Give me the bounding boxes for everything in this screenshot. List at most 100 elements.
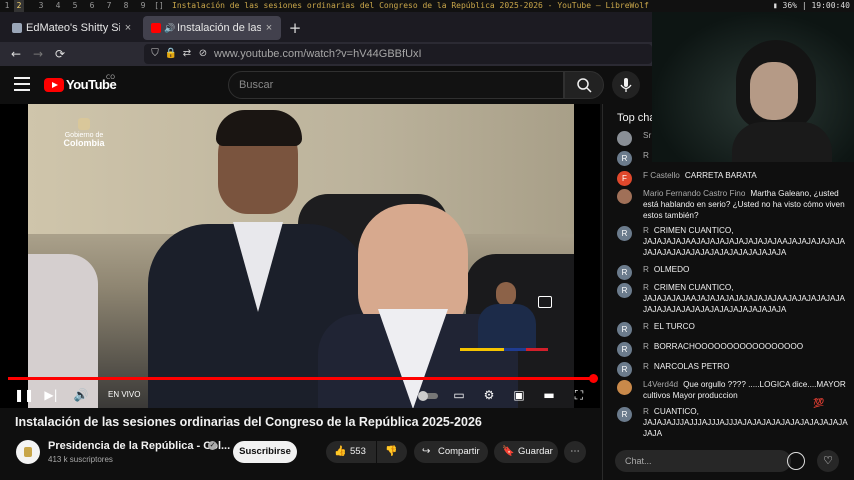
video-player[interactable]: Gobierno de Colombia ❚❚ ▶| 🔊 EN VIVO ▭ ⚙… bbox=[0, 104, 600, 408]
layout-indicator: [] bbox=[154, 1, 164, 10]
chat-author[interactable]: Sr bbox=[643, 131, 651, 140]
subscribe-button[interactable]: Suscribirse bbox=[233, 441, 297, 463]
webcam-face bbox=[750, 62, 798, 120]
shield-icon[interactable]: ⛉ bbox=[148, 47, 162, 61]
focused-window-title: Instalación de las sesiones ordinarias d… bbox=[172, 1, 649, 10]
tab-edmateo-site[interactable]: EdMateo's Shitty Site × bbox=[4, 16, 140, 40]
emoji-picker-icon[interactable] bbox=[787, 452, 805, 470]
workspace-6[interactable]: 6 bbox=[87, 0, 97, 12]
chat-text: OLMEDO bbox=[653, 265, 690, 274]
video-frame[interactable]: Gobierno de Colombia bbox=[28, 104, 574, 408]
chat-text: CARRETA BARATA bbox=[684, 171, 757, 180]
hundred-emoji: 💯 bbox=[813, 398, 825, 408]
voice-search-button[interactable] bbox=[612, 71, 640, 99]
workspace-7[interactable]: 7 bbox=[104, 0, 114, 12]
chat-author[interactable]: R bbox=[643, 151, 649, 160]
dislike-button[interactable]: 👎 bbox=[377, 441, 407, 463]
chat-avatar bbox=[617, 189, 632, 204]
clock: 19:00:40 bbox=[811, 1, 850, 10]
youtube-header: YouTube CO Buscar bbox=[0, 66, 652, 104]
chat-author[interactable]: Mario Fernando Castro Fino bbox=[643, 189, 745, 198]
live-indicator[interactable]: EN VIVO bbox=[108, 386, 140, 404]
chat-avatar: R bbox=[617, 407, 632, 422]
new-tab-button[interactable]: + bbox=[288, 16, 302, 40]
workspace-8[interactable]: 8 bbox=[121, 0, 131, 12]
close-tab-icon[interactable]: × bbox=[122, 16, 134, 40]
channel-avatar[interactable] bbox=[16, 440, 40, 464]
chat-message: R R NARCOLAS PETRO bbox=[617, 362, 849, 377]
heart-reaction-button[interactable]: ♡ bbox=[817, 450, 839, 472]
chat-message: R R EL TURCO bbox=[617, 322, 849, 337]
reload-button[interactable]: ⟳ bbox=[50, 44, 70, 64]
channel-name[interactable]: Presidencia de la República - Col... bbox=[48, 440, 230, 452]
tab-label: Instalación de las sesiones bbox=[177, 22, 261, 34]
chat-author[interactable]: R bbox=[643, 265, 649, 274]
colombia-flag-bar bbox=[460, 348, 548, 351]
tab-youtube-video[interactable]: Instalación de las sesiones 🔊 × bbox=[143, 16, 281, 40]
url-text[interactable]: www.youtube.com/watch?v=hV44GBBfUxI bbox=[214, 44, 422, 64]
lock-icon[interactable]: 🔒 bbox=[164, 47, 178, 61]
workspace-1[interactable]: 1 bbox=[2, 0, 12, 12]
webcam-shoulders bbox=[732, 122, 832, 162]
audio-playing-icon[interactable]: 🔊 bbox=[164, 16, 175, 40]
chat-author[interactable]: F Castello bbox=[643, 171, 680, 180]
tab-label: EdMateo's Shitty Site bbox=[26, 22, 120, 34]
chat-text: NARCOLAS PETRO bbox=[653, 362, 730, 371]
chat-message: F F Castello CARRETA BARATA bbox=[617, 171, 849, 186]
share-button[interactable]: ↪ Compartir bbox=[414, 441, 488, 463]
window-manager-bar: 1 2 3 4 5 6 7 8 9 [] Instalación de las … bbox=[0, 0, 854, 12]
webcam-overlay bbox=[652, 12, 854, 162]
fullscreen-icon[interactable]: ⛶ bbox=[570, 386, 588, 404]
workspace-2[interactable]: 2 bbox=[14, 0, 24, 12]
chat-author[interactable]: R bbox=[643, 226, 649, 235]
autoplay-toggle[interactable] bbox=[418, 386, 440, 404]
thumbs-down-icon: 👎 bbox=[385, 446, 398, 457]
chat-author[interactable]: R bbox=[643, 283, 649, 292]
back-button[interactable]: ← bbox=[6, 44, 26, 64]
close-tab-icon[interactable]: × bbox=[263, 16, 275, 40]
settings-gear-icon[interactable]: ⚙ bbox=[480, 386, 498, 404]
url-bar[interactable]: ⛉ 🔒 ⇄ ⊘ www.youtube.com/watch?v=hV44GBBf… bbox=[144, 44, 652, 64]
chat-input-placeholder: Chat... bbox=[625, 456, 652, 466]
tracking-icon[interactable]: ⊘ bbox=[196, 47, 210, 61]
chat-author[interactable]: R bbox=[643, 342, 649, 351]
workspace-4[interactable]: 4 bbox=[53, 0, 63, 12]
chat-mode-selector[interactable]: Top cha bbox=[617, 104, 656, 132]
search-button[interactable] bbox=[564, 71, 604, 99]
progress-bar[interactable] bbox=[8, 374, 598, 383]
theater-mode-icon[interactable]: ▬ bbox=[540, 386, 558, 404]
person-hair bbox=[216, 110, 302, 146]
next-icon[interactable]: ▶| bbox=[42, 386, 60, 404]
search-input[interactable]: Buscar bbox=[228, 71, 564, 99]
expand-interpreter-icon[interactable] bbox=[538, 296, 552, 308]
chat-author[interactable]: R bbox=[643, 407, 649, 416]
more-actions-button[interactable]: ⋯ bbox=[564, 441, 586, 463]
chat-text: EL TURCO bbox=[653, 322, 695, 331]
chat-avatar: R bbox=[617, 283, 632, 298]
interpreter-head bbox=[496, 282, 516, 306]
player-controls: ❚❚ ▶| 🔊 EN VIVO ▭ ⚙ ▣ ▬ ⛶ bbox=[0, 382, 600, 408]
chat-author[interactable]: L4Verd4d bbox=[643, 380, 678, 389]
chat-avatar: R bbox=[617, 226, 632, 241]
youtube-favicon-icon bbox=[151, 23, 161, 33]
workspace-9[interactable]: 9 bbox=[138, 0, 148, 12]
chat-author[interactable]: R bbox=[643, 322, 649, 331]
status-area: ▮ 36% | 19:00:40 bbox=[773, 0, 850, 12]
permissions-icon[interactable]: ⇄ bbox=[180, 47, 194, 61]
pause-icon[interactable]: ❚❚ bbox=[14, 386, 34, 404]
chat-author[interactable]: R bbox=[643, 362, 649, 371]
chat-avatar: R bbox=[617, 362, 632, 377]
save-button[interactable]: 🔖 Guardar bbox=[494, 441, 558, 463]
subtitles-icon[interactable]: ▭ bbox=[450, 386, 468, 404]
youtube-logo[interactable]: YouTube CO bbox=[44, 74, 117, 94]
chat-message: R R CUANTICO, JAJAJAJJJAJJJAJJJAJJJAJAJAJ… bbox=[617, 407, 849, 439]
miniplayer-icon[interactable]: ▣ bbox=[510, 386, 528, 404]
workspace-3[interactable]: 3 bbox=[36, 0, 46, 12]
workspace-5[interactable]: 5 bbox=[70, 0, 80, 12]
chat-avatar: R bbox=[617, 265, 632, 280]
like-button[interactable]: 👍 553 bbox=[326, 441, 376, 463]
forward-button[interactable]: → bbox=[28, 44, 48, 64]
hamburger-menu-icon[interactable] bbox=[14, 77, 30, 91]
chat-input[interactable]: Chat... bbox=[615, 450, 791, 472]
volume-icon[interactable]: 🔊 bbox=[72, 386, 90, 404]
